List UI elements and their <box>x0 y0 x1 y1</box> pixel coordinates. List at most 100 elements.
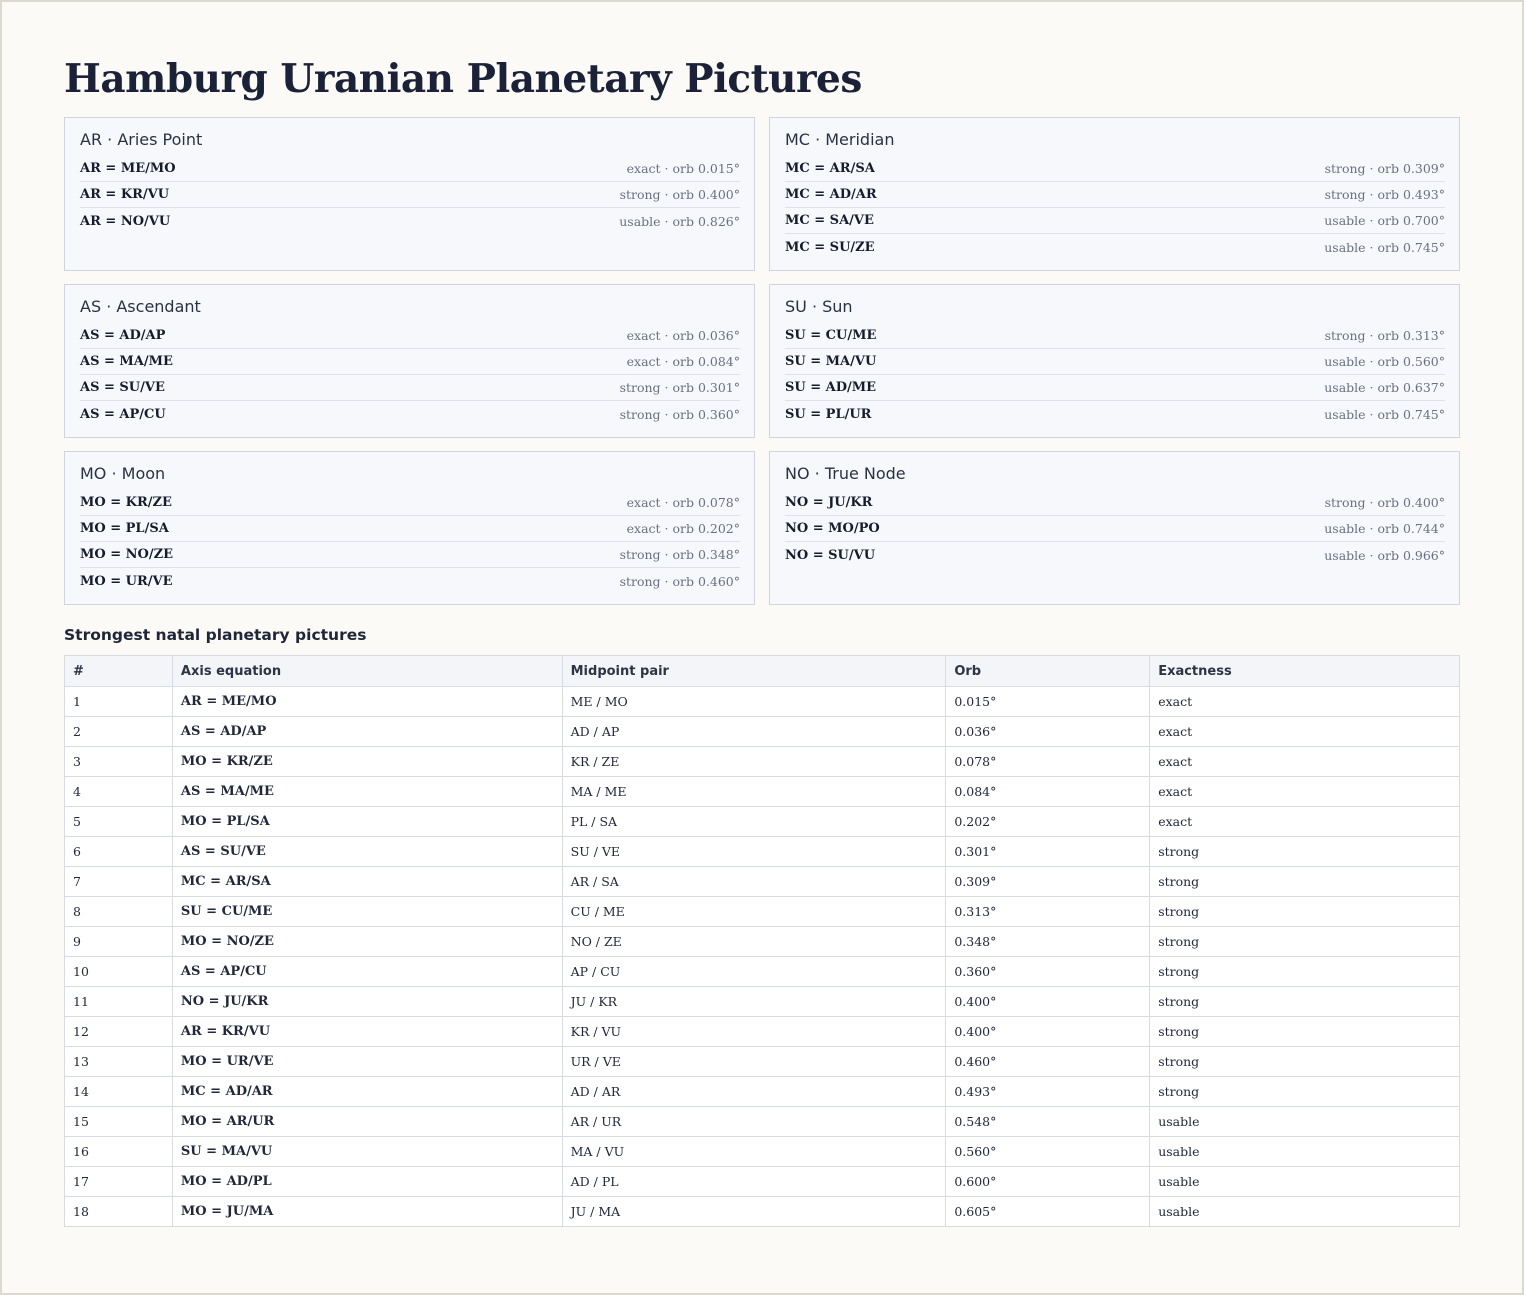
midpoint-pair-cell: UR / VE <box>561 1046 947 1077</box>
table-row: 1 AR = ME/MO ME / MO 0.015° exact <box>64 686 1460 717</box>
rank-cell: 17 <box>64 1166 173 1197</box>
picture-row: SU = PL/UR usable · orb 0.745° <box>785 401 1445 427</box>
picture-row: SU = CU/ME strong · orb 0.313° <box>785 323 1445 349</box>
midpoint-pair-cell: AD / PL <box>561 1166 947 1197</box>
axis-equation-cell: MO = PL/SA <box>171 806 563 837</box>
table-row: 9 MO = NO/ZE NO / ZE 0.348° strong <box>64 926 1460 957</box>
table-row: 10 AS = AP/CU AP / CU 0.360° strong <box>64 956 1460 987</box>
column-header-axis-equation: Axis equation <box>171 655 563 687</box>
orb-meta: exact · orb 0.015° <box>626 161 740 176</box>
picture-row: MO = NO/ZE strong · orb 0.348° <box>80 542 740 568</box>
orb-meta: strong · orb 0.460° <box>619 573 740 589</box>
axis-equation: AS = AD/AP <box>80 328 166 343</box>
orb-meta: strong · orb 0.400° <box>619 187 740 202</box>
picture-row: NO = MO/PO usable · orb 0.744° <box>785 516 1445 542</box>
table-row: 4 AS = MA/ME MA / ME 0.084° exact <box>64 776 1460 807</box>
picture-row: NO = SU/VU usable · orb 0.966° <box>785 542 1445 568</box>
midpoint-pair-cell: MA / ME <box>561 776 947 807</box>
table-row: 14 MC = AD/AR AD / AR 0.493° strong <box>64 1076 1460 1107</box>
rank-cell: 16 <box>64 1136 173 1167</box>
card-true-node: NO · True Node NO = JU/KR strong · orb 0.… <box>769 451 1460 605</box>
table-body: 1 AR = ME/MO ME / MO 0.015° exact 2 AS = AD/AP… <box>64 686 1460 1227</box>
axis-equation: NO = JU/KR <box>785 495 873 510</box>
table-row: 3 MO = KR/ZE KR / ZE 0.078° exact <box>64 746 1460 777</box>
orb-meta: usable · orb 0.744° <box>1324 521 1445 536</box>
orb-meta: exact · orb 0.084° <box>626 354 740 369</box>
orb-meta: strong · orb 0.348° <box>619 547 740 562</box>
axis-equation: AR = KR/VU <box>80 187 170 202</box>
rank-cell: 6 <box>64 836 173 867</box>
rank-cell: 7 <box>64 866 173 897</box>
orb-cell: 0.548° <box>945 1106 1151 1137</box>
table-row: 8 SU = CU/ME CU / ME 0.313° strong <box>64 896 1460 927</box>
axis-equation: MO = NO/ZE <box>80 547 174 562</box>
table-row: 17 MO = AD/PL AD / PL 0.600° usable <box>64 1166 1460 1197</box>
card-title: MO · Moon <box>80 464 166 483</box>
axis-equation: SU = AD/ME <box>785 380 877 395</box>
midpoint-pair-cell: SU / VE <box>561 836 947 867</box>
rank-cell: 9 <box>64 926 173 957</box>
axis-equation-cell: MO = NO/ZE <box>171 926 563 957</box>
axis-equation: MO = UR/VE <box>80 573 173 589</box>
axis-equation-cell: MO = KR/ZE <box>171 746 563 777</box>
orb-meta: usable · orb 0.826° <box>619 213 740 229</box>
orb-meta: exact · orb 0.078° <box>626 495 740 510</box>
axis-equation: SU = CU/ME <box>785 328 877 343</box>
orb-meta: exact · orb 0.036° <box>626 328 740 343</box>
midpoint-pair-cell: MA / VU <box>561 1136 947 1167</box>
orb-meta: strong · orb 0.309° <box>1324 161 1445 176</box>
midpoint-pair-cell: JU / MA <box>561 1196 947 1227</box>
axis-equation-cell: AS = AP/CU <box>171 956 563 987</box>
axis-equation-cell: AS = SU/VE <box>171 836 563 867</box>
orb-meta: exact · orb 0.202° <box>626 521 740 536</box>
axis-equation: AR = NO/VU <box>80 213 171 229</box>
orb-meta: strong · orb 0.313° <box>1324 328 1445 343</box>
orb-cell: 0.600° <box>945 1166 1151 1197</box>
axis-equation-cell: NO = JU/KR <box>171 986 563 1017</box>
exactness-cell: usable <box>1149 1136 1460 1167</box>
column-header-exactness: Exactness <box>1149 655 1460 687</box>
orb-cell: 0.036° <box>945 716 1151 747</box>
picture-row: SU = MA/VU usable · orb 0.560° <box>785 349 1445 375</box>
axis-equation: SU = PL/UR <box>785 406 872 422</box>
exactness-cell: strong <box>1149 866 1460 897</box>
axis-equation: AR = ME/MO <box>80 161 176 176</box>
axis-equation: MC = SU/ZE <box>785 239 875 255</box>
column-header-orb: Orb <box>945 655 1151 687</box>
exactness-cell: strong <box>1149 1076 1460 1107</box>
rank-cell: 1 <box>64 686 173 717</box>
orb-meta: strong · orb 0.400° <box>1324 495 1445 510</box>
exactness-cell: exact <box>1149 776 1460 807</box>
midpoint-pair-cell: AP / CU <box>561 956 947 987</box>
planet-cards: AR · Aries Point AR = ME/MO exact · orb 0… <box>64 117 1460 605</box>
picture-row: AS = SU/VE strong · orb 0.301° <box>80 375 740 401</box>
axis-equation-cell: AR = ME/MO <box>171 686 563 717</box>
axis-equation: MO = PL/SA <box>80 521 169 536</box>
rank-cell: 8 <box>64 896 173 927</box>
table-row: 2 AS = AD/AP AD / AP 0.036° exact <box>64 716 1460 747</box>
axis-equation-cell: AR = KR/VU <box>171 1016 563 1047</box>
exactness-cell: strong <box>1149 836 1460 867</box>
orb-cell: 0.493° <box>945 1076 1151 1107</box>
table-row: 18 MO = JU/MA JU / MA 0.605° usable <box>64 1196 1460 1227</box>
card-moon: MO · Moon MO = KR/ZE exact · orb 0.078° M… <box>64 451 755 605</box>
card-title: MC · Meridian <box>785 130 895 149</box>
orb-cell: 0.301° <box>945 836 1151 867</box>
rank-cell: 18 <box>64 1196 173 1227</box>
picture-row: AS = AP/CU strong · orb 0.360° <box>80 401 740 427</box>
midpoint-pair-cell: PL / SA <box>561 806 947 837</box>
orb-meta: usable · orb 0.560° <box>1324 354 1445 369</box>
orb-cell: 0.460° <box>945 1046 1151 1077</box>
orb-cell: 0.084° <box>945 776 1151 807</box>
orb-cell: 0.360° <box>945 956 1151 987</box>
exactness-cell: strong <box>1149 1016 1460 1047</box>
axis-equation-cell: SU = MA/VU <box>171 1136 563 1167</box>
orb-meta: usable · orb 0.745° <box>1324 406 1445 422</box>
axis-equation-cell: AS = AD/AP <box>171 716 563 747</box>
orb-meta: usable · orb 0.745° <box>1324 239 1445 255</box>
rank-cell: 15 <box>64 1106 173 1137</box>
exactness-cell: usable <box>1149 1106 1460 1137</box>
card-title: AR · Aries Point <box>80 130 203 149</box>
orb-meta: strong · orb 0.493° <box>1324 187 1445 202</box>
exactness-cell: strong <box>1149 986 1460 1017</box>
